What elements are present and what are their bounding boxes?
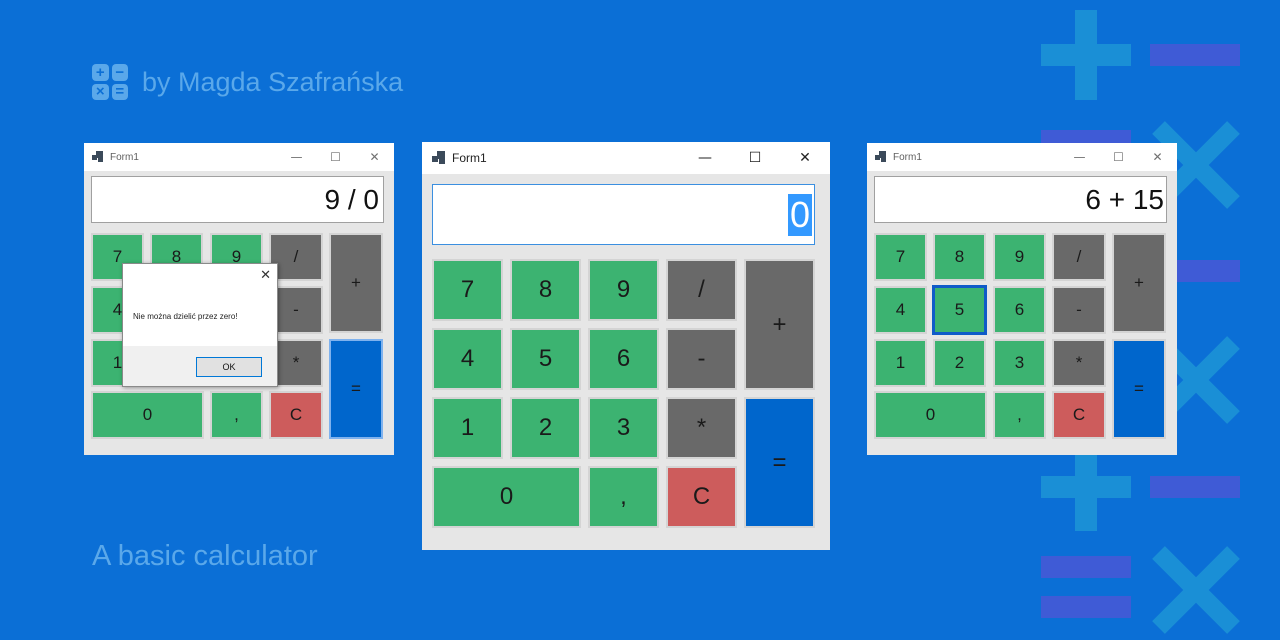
- decor-equals-icon: [1041, 556, 1131, 578]
- tagline: A basic calculator: [92, 540, 318, 572]
- equals-button[interactable]: =: [329, 339, 383, 439]
- close-button[interactable]: ✕: [1138, 143, 1177, 171]
- display-field[interactable]: 6 + 15: [874, 176, 1167, 223]
- maximize-button[interactable]: ☐: [1099, 143, 1138, 171]
- clear-button[interactable]: C: [666, 466, 737, 528]
- error-dialog: ✕ Nie można dzielić przez zero! OK: [122, 263, 278, 387]
- minimize-button[interactable]: —: [680, 142, 730, 174]
- digit-7-button[interactable]: 7: [432, 259, 503, 321]
- maximize-button[interactable]: ☐: [316, 143, 355, 171]
- window-title: Form1: [452, 151, 487, 165]
- decor-minus-icon: [1150, 44, 1240, 66]
- title-bar[interactable]: Form1 — ☐ ✕: [84, 143, 394, 171]
- calculator-window-center: Form1 — ☐ ✕ 0 7 8 9 / + 4 5 6 - 1 2 3 * …: [422, 142, 830, 550]
- digit-1-button[interactable]: 1: [874, 339, 927, 387]
- digit-7-button[interactable]: 7: [874, 233, 927, 281]
- decor-minus-icon: [1150, 476, 1240, 498]
- window-title: Form1: [893, 151, 922, 163]
- maximize-button[interactable]: ☐: [730, 142, 780, 174]
- equals-button[interactable]: =: [1112, 339, 1166, 439]
- divide-button[interactable]: /: [1052, 233, 1106, 281]
- plus-button[interactable]: +: [744, 259, 815, 390]
- minimize-button[interactable]: —: [277, 143, 316, 171]
- display-value: 9 / 0: [324, 183, 379, 215]
- minus-button[interactable]: -: [1052, 286, 1106, 334]
- comma-button[interactable]: ,: [210, 391, 263, 439]
- multiply-button[interactable]: *: [1052, 339, 1106, 387]
- minus-button[interactable]: -: [666, 328, 737, 390]
- digit-9-button[interactable]: 9: [993, 233, 1046, 281]
- display-value: 0: [787, 193, 812, 236]
- digit-6-button[interactable]: 6: [993, 286, 1046, 334]
- dialog-message: Nie można dzielić przez zero!: [133, 312, 238, 321]
- ok-button[interactable]: OK: [196, 357, 262, 377]
- close-button[interactable]: ✕: [355, 143, 394, 171]
- plus-button[interactable]: +: [329, 233, 383, 333]
- digit-5-button[interactable]: 5: [510, 328, 581, 390]
- digit-6-button[interactable]: 6: [588, 328, 659, 390]
- digit-0-button[interactable]: 0: [432, 466, 581, 528]
- clear-button[interactable]: C: [1052, 391, 1106, 439]
- clear-button[interactable]: C: [269, 391, 323, 439]
- title-bar[interactable]: Form1 — ☐ ✕: [422, 142, 830, 174]
- author-label: by Magda Szafrańska: [142, 66, 404, 97]
- multiply-button[interactable]: *: [666, 397, 737, 459]
- calculator-logo-icon: + − × =: [92, 64, 128, 100]
- digit-2-button[interactable]: 2: [933, 339, 986, 387]
- digit-0-button[interactable]: 0: [874, 391, 987, 439]
- digit-3-button[interactable]: 3: [588, 397, 659, 459]
- comma-button[interactable]: ,: [588, 466, 659, 528]
- app-icon: [432, 151, 446, 165]
- minimize-button[interactable]: —: [1060, 143, 1099, 171]
- digit-4-button[interactable]: 4: [874, 286, 927, 334]
- app-icon: [92, 151, 104, 163]
- comma-button[interactable]: ,: [993, 391, 1046, 439]
- decor-times-icon: [1150, 545, 1240, 635]
- dialog-close-button[interactable]: ✕: [260, 268, 271, 283]
- equals-button[interactable]: =: [744, 397, 815, 528]
- decor-plus-icon: [1041, 476, 1131, 498]
- calculator-window-right: Form1 — ☐ ✕ 6 + 15 7 8 9 / + 4 5 6 - 1 2…: [867, 143, 1177, 455]
- digit-8-button[interactable]: 8: [933, 233, 986, 281]
- digit-5-button[interactable]: 5: [932, 285, 987, 335]
- title-bar[interactable]: Form1 — ☐ ✕: [867, 143, 1177, 171]
- display-value: 6 + 15: [1085, 183, 1164, 215]
- plus-button[interactable]: +: [1112, 233, 1166, 333]
- digit-3-button[interactable]: 3: [993, 339, 1046, 387]
- digit-2-button[interactable]: 2: [510, 397, 581, 459]
- display-field[interactable]: 0: [432, 184, 815, 245]
- digit-1-button[interactable]: 1: [432, 397, 503, 459]
- brand: + − × = by Magda Szafrańska: [92, 64, 403, 100]
- digit-8-button[interactable]: 8: [510, 259, 581, 321]
- divide-button[interactable]: /: [666, 259, 737, 321]
- dialog-footer: OK: [123, 346, 277, 386]
- close-button[interactable]: ✕: [780, 142, 830, 174]
- decor-equals-icon: [1041, 596, 1131, 618]
- display-field[interactable]: 9 / 0: [91, 176, 384, 223]
- decor-plus-icon: [1041, 44, 1131, 66]
- digit-4-button[interactable]: 4: [432, 328, 503, 390]
- digit-9-button[interactable]: 9: [588, 259, 659, 321]
- app-icon: [875, 151, 887, 163]
- window-title: Form1: [110, 151, 139, 163]
- digit-0-button[interactable]: 0: [91, 391, 204, 439]
